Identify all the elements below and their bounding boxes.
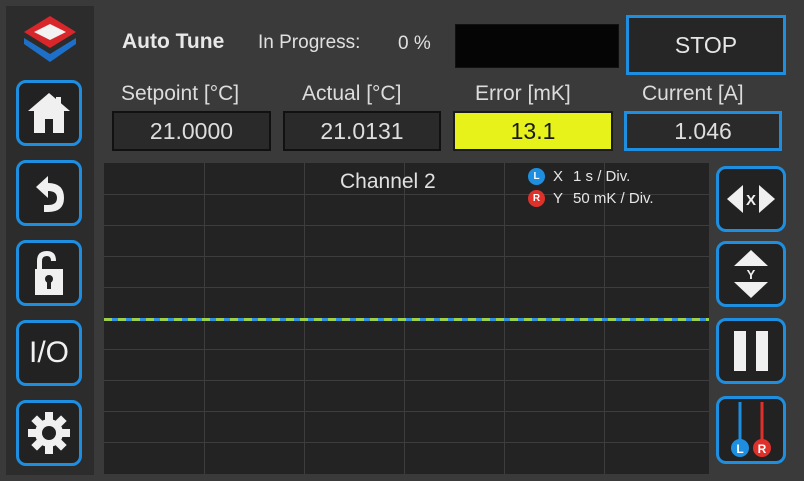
graph-area: Channel 2 L X 1 s / Div. R Y 50 mK / Div… (104, 163, 709, 474)
pause-button[interactable] (716, 318, 786, 384)
io-button[interactable]: I/O (16, 320, 82, 386)
progress-percent: 0 % (398, 33, 431, 54)
unlock-icon (35, 251, 63, 295)
right-axis-icon: R (528, 190, 545, 207)
legend-y: R Y 50 mK / Div. (528, 190, 654, 207)
back-icon (36, 176, 64, 212)
actual-label: Actual [°C] (302, 82, 402, 105)
page-title: Auto Tune (122, 30, 225, 53)
stop-button[interactable]: STOP (626, 15, 786, 75)
trace-green (104, 318, 709, 321)
left-axis-icon: L (528, 168, 545, 185)
grid-line (104, 411, 709, 412)
io-label: I/O (28, 336, 69, 369)
unlock-button[interactable] (16, 240, 82, 306)
channel-axis-button[interactable]: L R (716, 396, 786, 464)
grid-line (104, 225, 709, 226)
svg-text:R: R (758, 442, 767, 456)
svg-text:Y: Y (747, 267, 756, 282)
svg-text:X: X (746, 192, 756, 209)
x-scale-button[interactable]: X (716, 166, 786, 232)
error-label: Error [mK] (475, 82, 571, 105)
legend-x: L X 1 s / Div. (528, 168, 630, 185)
grid-line (104, 349, 709, 350)
status-label: In Progress: (258, 32, 361, 53)
setpoint-label: Setpoint [°C] (121, 82, 240, 105)
grid-line (104, 256, 709, 257)
settings-button[interactable] (16, 400, 82, 466)
progress-bar (455, 24, 619, 68)
home-button[interactable] (16, 80, 82, 146)
grid-line (104, 287, 709, 288)
grid-line (104, 380, 709, 381)
y-scale-button[interactable]: Y (716, 241, 786, 307)
channel-label: Channel 2 (340, 170, 436, 193)
x-scale-icon: X (727, 185, 775, 213)
grid-line (104, 442, 709, 443)
back-button[interactable] (16, 160, 82, 226)
current-value[interactable]: 1.046 (624, 111, 782, 151)
current-label: Current [A] (642, 82, 744, 105)
pause-icon (734, 331, 768, 371)
home-icon (28, 93, 70, 133)
error-value: 13.1 (453, 111, 613, 151)
axis-select-icon: L R (731, 402, 771, 457)
app-logo (22, 14, 78, 64)
svg-text:L: L (736, 442, 743, 456)
actual-value: 21.0131 (283, 111, 441, 151)
y-scale-icon: Y (734, 250, 768, 298)
setpoint-value[interactable]: 21.0000 (112, 111, 271, 151)
gear-icon (28, 412, 70, 454)
app-frame: I/O Auto Tune In Progress: 0 % STOP Setp… (0, 0, 804, 481)
